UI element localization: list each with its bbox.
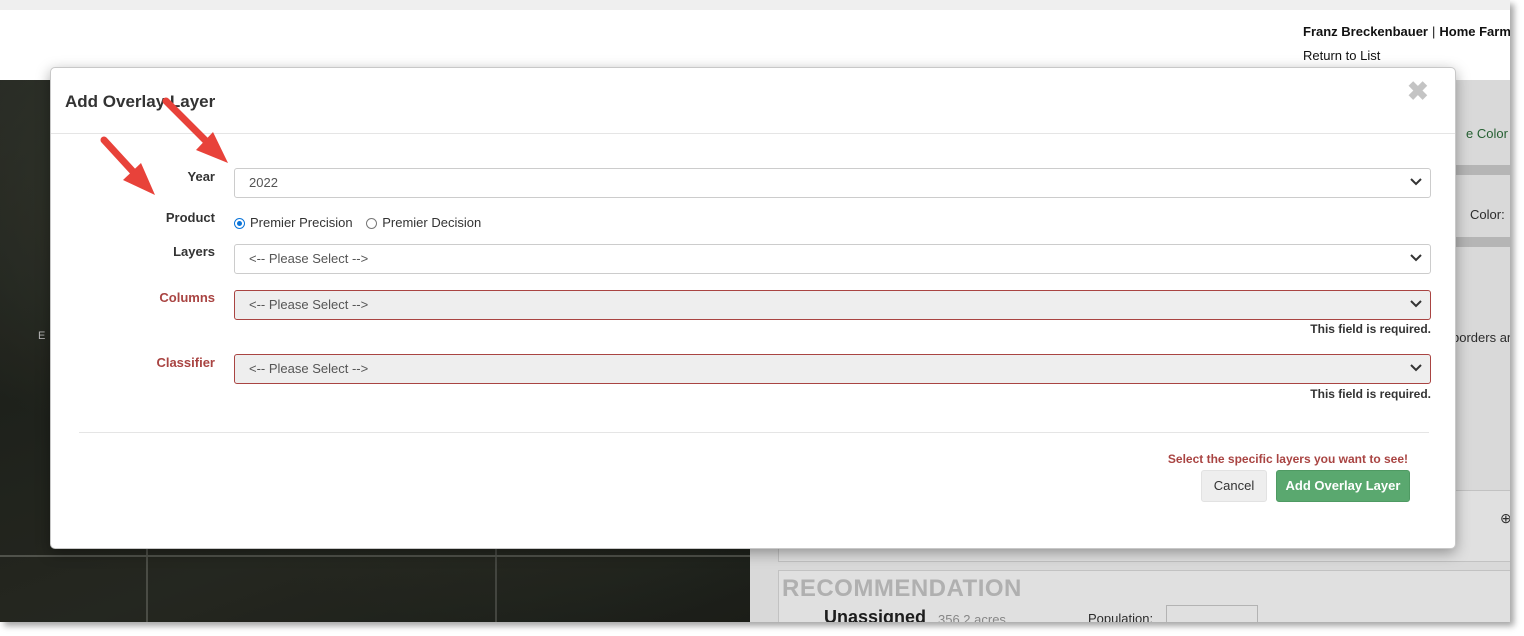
radio-label: Premier Decision [382, 215, 482, 231]
classifier-error: This field is required. [1310, 387, 1431, 401]
radio-premier-decision[interactable]: Premier Decision [366, 215, 481, 230]
radio-premier-precision[interactable]: Premier Precision [234, 215, 353, 230]
add-overlay-layer-button[interactable]: Add Overlay Layer [1276, 470, 1410, 502]
user-separator: | [1432, 24, 1436, 39]
chevron-down-icon [1408, 355, 1424, 383]
product-label: Product [165, 210, 215, 225]
columns-value: <-- Please Select --> [249, 297, 369, 312]
footer-divider [79, 432, 1429, 433]
top-strip [0, 0, 1510, 10]
layers-value: <-- Please Select --> [249, 251, 369, 266]
year-label: Year [187, 169, 215, 184]
columns-label: Columns [159, 290, 215, 305]
radio-label: Premier Precision [250, 215, 353, 231]
return-to-list-link[interactable]: Return to List [1303, 48, 1380, 63]
year-select[interactable]: 2022 [234, 168, 1431, 198]
chevron-down-icon [1408, 245, 1424, 273]
columns-error: This field is required. [1310, 322, 1431, 336]
radio-selected-icon[interactable] [234, 218, 245, 230]
farm-name[interactable]: Home Farm [1439, 24, 1510, 39]
app-screen: Franz Breckenbauer | Home Farm Return to L… [0, 0, 1510, 622]
user-name[interactable]: Franz Breckenbauer [1303, 24, 1428, 39]
chevron-down-icon [1408, 291, 1424, 319]
dialog-title: Add Overlay Layer [65, 92, 216, 111]
user-info: Franz Breckenbauer | Home Farm [1303, 24, 1510, 39]
radio-unselected-icon[interactable] [366, 218, 378, 230]
columns-select[interactable]: <-- Please Select --> [234, 290, 1431, 320]
classifier-value: <-- Please Select --> [249, 361, 369, 376]
classifier-label: Classifier [156, 355, 215, 370]
layers-select[interactable]: <-- Please Select --> [234, 244, 1431, 274]
chevron-down-icon [1408, 169, 1424, 197]
divider [51, 133, 1455, 134]
layers-label: Layers [173, 244, 215, 259]
classifier-select[interactable]: <-- Please Select --> [234, 354, 1431, 384]
add-overlay-layer-dialog: Add Overlay Layer ✖ Year 2022 Product Pr… [50, 67, 1456, 549]
product-radio-group: Premier Precision Premier Decision [234, 214, 491, 230]
year-value: 2022 [249, 175, 278, 190]
cancel-button[interactable]: Cancel [1201, 470, 1267, 502]
close-icon[interactable]: ✖ [1407, 76, 1429, 106]
hint-text: Select the specific layers you want to s… [1167, 452, 1408, 466]
